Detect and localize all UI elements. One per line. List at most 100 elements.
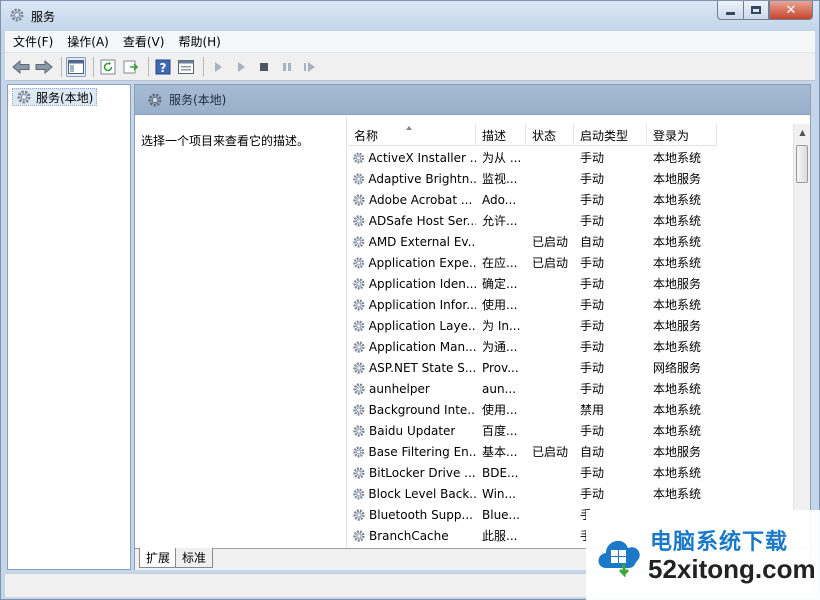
service-name-cell: BitLocker Drive ... [348,466,476,480]
service-name: ActiveX Installer ... [368,150,476,165]
column-header-name[interactable]: 名称 [348,124,476,146]
service-description: 使用... [482,403,518,417]
service-name-cell: aunhelper [348,382,476,396]
menu-file[interactable]: 文件(F) [13,33,53,50]
forward-button[interactable] [34,57,54,77]
service-name-cell: Application Expe... [348,256,476,270]
refresh-button[interactable] [98,57,118,77]
service-gear-icon [353,361,365,374]
resume-icon [304,61,315,72]
menu-view[interactable]: 查看(V) [123,33,165,50]
column-header-startup-type[interactable]: 启动类型 [574,124,647,146]
stop-service-button[interactable] [254,57,274,77]
table-row[interactable]: ASP.NET State S... Prov... 手动 网络服务 [348,357,717,378]
service-name-cell: ASP.NET State S... [348,361,476,375]
service-name: Application Expe... [368,255,476,270]
vertical-scrollbar[interactable]: ▲ [793,124,810,548]
service-description: 基本... [482,445,518,459]
service-startup-type: 手动 [580,382,605,396]
service-name-cell: Adobe Acrobat ... [348,193,476,207]
tab-extended[interactable]: 扩展 [139,548,178,568]
service-startup-type: 手动 [580,151,605,165]
service-log-on-as: 本地服务 [653,277,702,291]
service-startup-type: 手动 [580,172,605,186]
service-description: 允许... [482,214,518,228]
service-gear-icon [353,235,365,248]
tree-node-services-local[interactable]: 服务(本地) [12,88,98,106]
service-description: 为通... [482,340,518,354]
table-row[interactable]: Background Inte... 使用... 禁用 本地系统 [348,399,717,420]
table-row[interactable]: ActiveX Installer ... 为从 ... 手动 本地系统 [348,147,717,168]
service-name-cell: Application Man... [348,340,476,354]
console-tree-button[interactable] [66,56,86,77]
toolbar-separator [203,56,204,77]
table-row[interactable]: Block Level Back... Win... 手动 本地系统 [348,483,717,504]
table-row[interactable]: AMD External Ev... 已启动 自动 本地系统 [348,231,717,252]
column-header-log-on-as[interactable]: 登录为 [647,124,717,146]
service-gear-icon [353,152,365,163]
column-header-status[interactable]: 状态 [526,124,574,146]
table-row[interactable]: Baidu Updater 百度... 手动 本地系统 [348,420,717,441]
service-name-cell: Baidu Updater [348,424,476,438]
details-header: 服务(本地) [135,85,810,115]
service-gear-icon [353,277,365,290]
description-pane: 选择一个项目来查看它的描述。 [135,116,347,548]
help-button[interactable]: ? [153,57,173,77]
menu-help[interactable]: 帮助(H) [178,33,220,50]
service-gear-icon [353,466,365,479]
export-list-button[interactable] [121,57,141,77]
back-button[interactable] [11,57,31,77]
service-description: 监视... [482,172,518,186]
service-log-on-as: 本地系统 [653,214,702,228]
minimize-button[interactable] [717,1,743,20]
service-name: Application Iden... [368,276,476,291]
service-name-cell: Application Iden... [348,277,476,291]
table-row[interactable]: Adobe Acrobat ... Ado... 手动 本地系统 [348,189,717,210]
table-row[interactable]: ADSafe Host Ser... 允许... 手动 本地系统 [348,210,717,231]
maximize-button[interactable] [743,1,769,20]
table-row[interactable]: Base Filtering En... 基本... 已启动 自动 本地服务 [348,441,717,462]
service-gear-icon [353,173,365,184]
services-gear-icon [17,90,31,104]
stop-icon [260,62,268,71]
service-status: 已启动 [532,445,569,459]
service-startup-type: 禁用 [580,403,605,417]
start-service-button[interactable] [208,57,228,77]
service-name: Application Laye... [368,318,476,333]
start-service-alt-button[interactable] [231,57,251,77]
pause-icon [283,62,291,71]
watermark-domain-text: 52xitong.com [648,554,816,584]
column-header-description[interactable]: 描述 [476,124,526,146]
title-bar[interactable]: 服务 ✕ [1,1,819,31]
table-row[interactable]: aunhelper aun... 手动 本地系统 [348,378,717,399]
service-log-on-as: 本地服务 [653,319,702,333]
service-name-cell: ADSafe Host Ser... [348,214,476,228]
table-row[interactable]: Application Man... 为通... 手动 本地系统 [348,336,717,357]
scroll-up-arrow-icon[interactable]: ▲ [794,124,810,141]
service-startup-type: 手动 [580,214,605,228]
service-startup-type: 手动 [580,277,605,291]
service-name-cell: Block Level Back... [348,487,476,501]
scrollbar-thumb[interactable] [796,145,808,183]
service-description: 为从 ... [482,151,522,165]
menu-action[interactable]: 操作(A) [67,33,109,50]
tab-standard[interactable]: 标准 [175,548,214,568]
close-button[interactable]: ✕ [769,1,813,20]
table-row[interactable]: Adaptive Brightn... 监视... 手动 本地服务 [348,168,717,189]
table-row[interactable]: Application Infor... 使用... 手动 本地系统 [348,294,717,315]
service-name: Application Man... [368,339,476,354]
resume-service-button[interactable] [300,57,320,77]
service-name: BranchCache [369,528,449,543]
service-status: 已启动 [532,256,569,270]
list-header: 名称 描述 状态 启动类型 登录为 [348,124,717,146]
service-description: BDE... [482,465,519,480]
table-row[interactable]: Application Expe... 在应... 已启动 手动 本地系统 [348,252,717,273]
table-row[interactable]: BitLocker Drive ... BDE... 手动 本地系统 [348,462,717,483]
properties-button[interactable] [176,57,196,77]
pause-service-button[interactable] [277,57,297,77]
table-row[interactable]: Application Iden... 确定... 手动 本地服务 [348,273,717,294]
table-row[interactable]: Application Laye... 为 In... 手动 本地服务 [348,315,717,336]
service-startup-type: 手动 [580,256,605,270]
service-gear-icon [353,340,365,353]
svg-text:?: ? [160,61,167,75]
